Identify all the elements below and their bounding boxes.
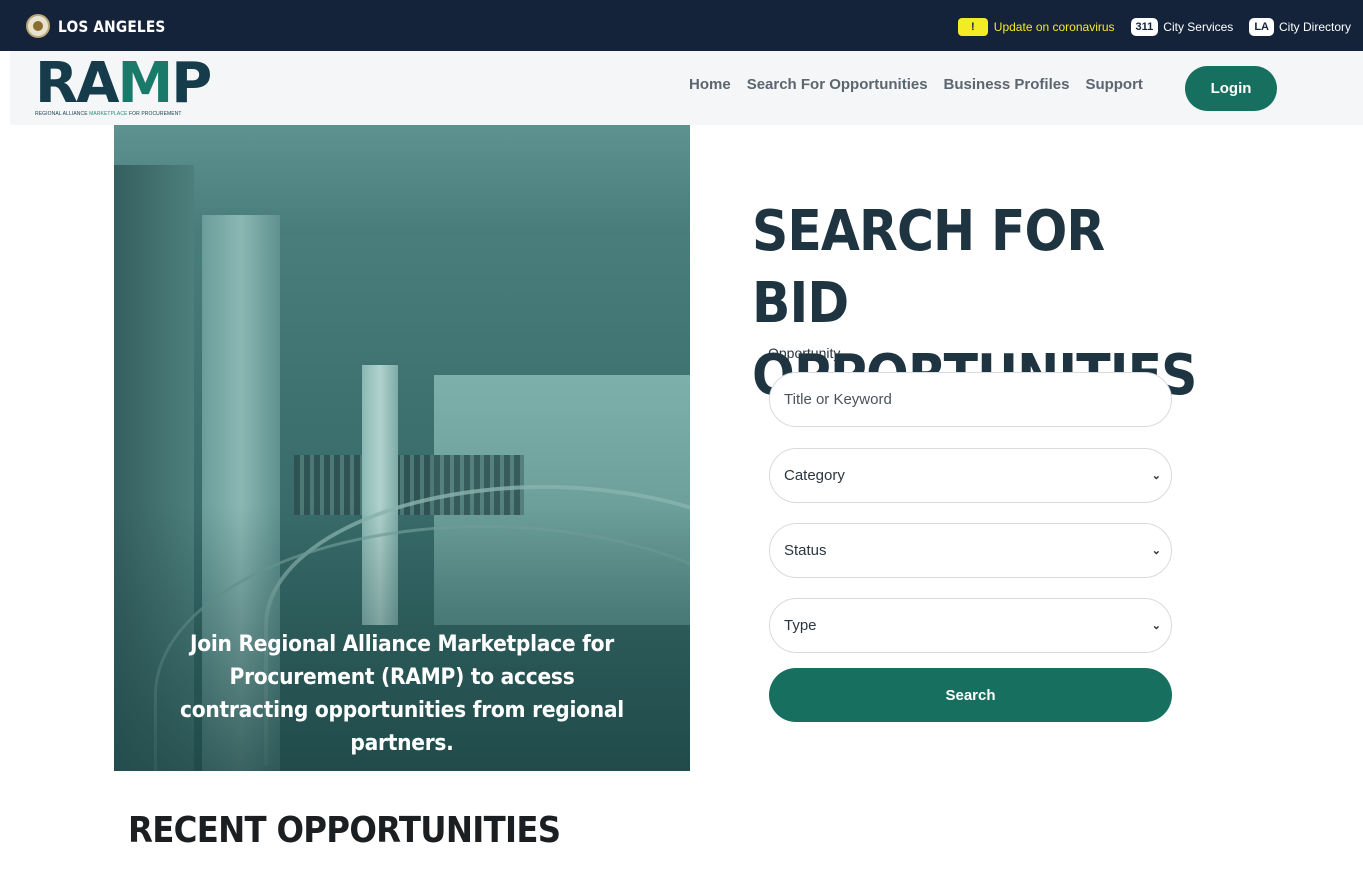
hero-image: Join Regional Alliance Marketplace for P… bbox=[114, 125, 690, 771]
ramp-wordmark: R A M P bbox=[35, 51, 212, 116]
search-button[interactable]: Search bbox=[769, 668, 1172, 722]
logo-tagline-part-2: MARKETPLACE bbox=[89, 111, 128, 117]
type-value: Type bbox=[784, 617, 817, 634]
hero-ceiling bbox=[114, 125, 690, 235]
logo-tagline-part-1: REGIONAL ALLIANCE bbox=[35, 111, 90, 117]
la-badge[interactable]: LA bbox=[1249, 18, 1274, 36]
status-select[interactable]: Status ⌄ bbox=[769, 523, 1172, 578]
opportunity-label: Opportunity bbox=[768, 345, 841, 361]
site-header: R A M P REGIONAL ALLIANCE MARKETPLACE FO… bbox=[10, 51, 1363, 125]
keyword-placeholder: Title or Keyword bbox=[784, 391, 892, 408]
search-title-line-1: SEARCH FOR BID bbox=[752, 199, 1105, 336]
main-nav: Home Search For Opportunities Business P… bbox=[689, 76, 1143, 93]
nav-support[interactable]: Support bbox=[1085, 76, 1143, 93]
logo-letter-a: A bbox=[76, 51, 119, 116]
logo-tagline-part-3: FOR PROCUREMENT bbox=[127, 111, 182, 117]
nav-home[interactable]: Home bbox=[689, 76, 731, 93]
status-value: Status bbox=[784, 542, 827, 559]
city-directory-link[interactable]: City Directory bbox=[1279, 20, 1351, 34]
city-name: LOS ANGELES bbox=[58, 16, 166, 36]
category-value: Category bbox=[784, 467, 845, 484]
city-brand-link[interactable]: LOS ANGELES bbox=[26, 14, 183, 38]
nav-search-opportunities[interactable]: Search For Opportunities bbox=[747, 76, 928, 93]
city-services-link[interactable]: City Services bbox=[1163, 20, 1233, 34]
city-top-bar: LOS ANGELES ! Update on coronavirus 311 … bbox=[0, 0, 1363, 51]
city-seal-icon bbox=[26, 14, 50, 38]
alert-icon[interactable]: ! bbox=[957, 18, 988, 36]
chevron-down-icon: ⌄ bbox=[1151, 620, 1161, 632]
chevron-down-icon: ⌄ bbox=[1151, 470, 1161, 482]
logo-letter-m: M bbox=[117, 51, 173, 116]
category-select[interactable]: Category ⌄ bbox=[769, 448, 1172, 503]
coronavirus-update-link[interactable]: Update on coronavirus bbox=[994, 20, 1115, 34]
type-select[interactable]: Type ⌄ bbox=[769, 598, 1172, 653]
city-links: ! Update on coronavirus 311 City Service… bbox=[957, 18, 1351, 36]
chevron-down-icon: ⌄ bbox=[1151, 545, 1161, 557]
recent-opportunities-heading: RECENT OPPORTUNITIES bbox=[128, 810, 561, 851]
login-button[interactable]: Login bbox=[1185, 66, 1277, 111]
logo-letter-p: P bbox=[171, 51, 212, 116]
logo-letter-r: R bbox=[35, 51, 78, 116]
311-badge[interactable]: 311 bbox=[1130, 18, 1159, 36]
ramp-logo[interactable]: R A M P REGIONAL ALLIANCE MARKETPLACE FO… bbox=[35, 51, 212, 118]
nav-business-profiles[interactable]: Business Profiles bbox=[944, 76, 1070, 93]
hero-caption: Join Regional Alliance Marketplace for P… bbox=[180, 632, 624, 756]
keyword-input[interactable]: Title or Keyword bbox=[769, 372, 1172, 427]
